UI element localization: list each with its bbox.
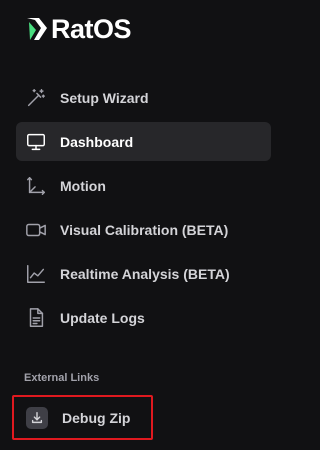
nav-item-setup-wizard[interactable]: Setup Wizard xyxy=(16,78,271,117)
nav-item-motion[interactable]: Motion xyxy=(16,166,271,205)
ratos-logo[interactable]: RatOS xyxy=(26,12,132,46)
sidebar: RatOS Setup Wizard Dashboard Motion Visu… xyxy=(0,0,279,450)
debug-zip-link[interactable]: Debug Zip xyxy=(12,395,153,440)
magic-wand-icon xyxy=(24,86,48,110)
nav-item-visual-calibration[interactable]: Visual Calibration (BETA) xyxy=(16,210,271,249)
nav-item-label: Setup Wizard xyxy=(60,89,149,106)
nav-item-label: Realtime Analysis (BETA) xyxy=(60,265,230,282)
brand-name: RatOS xyxy=(51,13,132,44)
axes-icon xyxy=(24,174,48,198)
nav-item-realtime-analysis[interactable]: Realtime Analysis (BETA) xyxy=(16,254,271,293)
document-icon xyxy=(24,306,48,330)
video-camera-icon xyxy=(24,218,48,242)
nav-item-update-logs[interactable]: Update Logs xyxy=(16,298,271,337)
line-chart-icon xyxy=(24,262,48,286)
nav-item-label: Update Logs xyxy=(60,309,145,326)
main-nav: Setup Wizard Dashboard Motion Visual Cal… xyxy=(16,78,271,342)
ratos-logo-icon xyxy=(27,18,47,40)
monitor-icon xyxy=(24,130,48,154)
nav-item-label: Dashboard xyxy=(60,133,134,150)
debug-zip-label: Debug Zip xyxy=(62,409,131,426)
nav-item-dashboard[interactable]: Dashboard xyxy=(16,122,271,161)
external-links-heading: External Links xyxy=(24,372,100,384)
nav-item-label: Visual Calibration (BETA) xyxy=(60,221,229,238)
nav-item-label: Motion xyxy=(60,177,106,194)
download-icon xyxy=(26,406,48,429)
